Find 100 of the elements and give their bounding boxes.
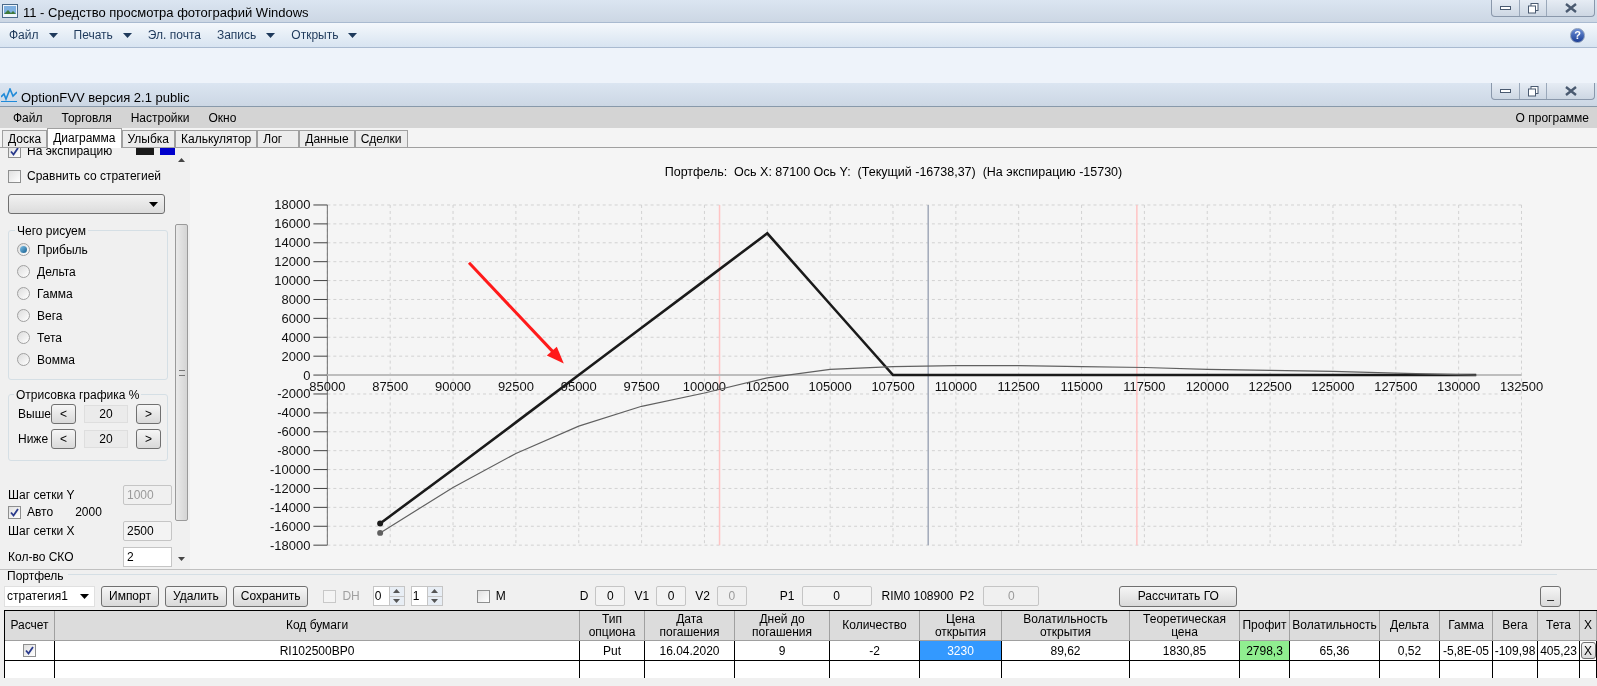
help-button[interactable]: ? [1570, 27, 1585, 43]
y-tick-label: -14000 [270, 499, 311, 515]
column-header[interactable]: Вега [1493, 611, 1538, 641]
increase-button[interactable]: > [136, 429, 161, 449]
increase-button[interactable]: > [136, 404, 161, 424]
menu-item[interactable]: Файл [9, 25, 58, 45]
input-field[interactable]: 2500 [123, 521, 172, 541]
tab[interactable]: Калькулятор [175, 130, 258, 147]
table-cell: 2798,3 [1240, 641, 1290, 661]
checkbox[interactable] [8, 505, 21, 519]
y-tick-label: -8000 [277, 443, 311, 459]
close-icon [1563, 3, 1578, 13]
menu-item[interactable]: Окно [201, 108, 244, 127]
radio-button[interactable] [17, 243, 30, 256]
dropdown[interactable] [8, 194, 165, 214]
toolbar-button[interactable]: Удалить [164, 585, 227, 607]
table-cell: 0,52 [1380, 641, 1440, 661]
decrease-button[interactable]: < [51, 404, 76, 424]
x-tick-label: 112500 [997, 378, 1040, 394]
menu-item[interactable]: Запись [216, 25, 276, 45]
toolbar-button[interactable]: Импорт [101, 585, 159, 607]
y-tick-label: 6000 [281, 310, 311, 326]
checkbox[interactable] [8, 169, 21, 183]
checkbox[interactable] [476, 589, 490, 603]
column-header[interactable]: Волатильность [1290, 611, 1380, 641]
decrease-button[interactable]: < [51, 429, 76, 449]
tab[interactable]: Лог [257, 130, 300, 147]
radio-button[interactable] [17, 265, 30, 278]
restore-icon [1527, 85, 1539, 97]
spin-down-button[interactable] [427, 596, 442, 605]
calculate-button[interactable]: Рассчитать ГО [1119, 585, 1238, 607]
x-tick-label: 117500 [1123, 378, 1166, 394]
tab[interactable]: Доска [2, 130, 48, 147]
field-label: V1 [634, 588, 650, 605]
column-header[interactable]: Код бумаги [55, 611, 580, 641]
menu-item[interactable]: Эл. почта [147, 25, 201, 45]
spin-up-button[interactable] [389, 587, 404, 597]
menu-item[interactable]: Печать [73, 25, 132, 45]
column-header[interactable]: Тета [1538, 611, 1580, 641]
toolbar-button[interactable]: Сохранить [232, 585, 309, 607]
y-tick-label: -6000 [277, 424, 311, 440]
collapse-button[interactable]: _ [1540, 585, 1561, 607]
column-header[interactable]: Гамма [1440, 611, 1493, 641]
radio-button[interactable] [17, 353, 30, 366]
x-tick-label: 132500 [1499, 378, 1544, 394]
tab[interactable]: Данные [299, 130, 355, 147]
column-header[interactable]: Количество [830, 611, 920, 641]
table-cell: 89,62 [1002, 641, 1130, 661]
caret-icon [48, 32, 58, 38]
checkbox[interactable] [8, 148, 21, 158]
radio-label: Прибыль [37, 241, 88, 259]
column-header[interactable]: Дельта [1380, 611, 1440, 641]
input-field[interactable]: 0 [801, 586, 872, 606]
scrollbar-thumb[interactable] [175, 224, 188, 521]
x-tick-label: 130000 [1437, 378, 1481, 394]
input-field[interactable]: 0 [595, 586, 626, 606]
column-header[interactable]: X [1580, 611, 1597, 641]
tab[interactable]: Улыбка [121, 130, 176, 147]
x-tick-label: 125000 [1311, 378, 1355, 394]
tab[interactable]: Сделки [354, 130, 408, 147]
column-header[interactable]: Расчет [5, 611, 55, 641]
up-arrow-icon [393, 589, 401, 594]
input-field[interactable]: 2 [123, 547, 172, 567]
menu-item[interactable]: Файл [6, 108, 50, 127]
y-tick-label: -4000 [277, 405, 311, 421]
spin-up-button[interactable] [427, 587, 442, 597]
spinner-field[interactable]: 0 [372, 586, 405, 606]
down-arrow-icon [393, 598, 401, 603]
scroll-up-icon[interactable] [178, 158, 185, 162]
tab[interactable]: Диаграмма [47, 128, 122, 148]
checkbox[interactable] [23, 644, 36, 657]
column-header[interactable]: Дней до погашения [735, 611, 830, 641]
row-label: Выше [18, 406, 51, 423]
radio-button[interactable] [17, 309, 30, 322]
strategy-dropdown[interactable]: стратегия1 [4, 585, 95, 607]
column-header[interactable]: Дата погашения [645, 611, 735, 641]
x-tick-label: 102500 [745, 378, 789, 394]
about-menu-item[interactable]: О программе [1515, 108, 1589, 127]
input-field[interactable]: 0 [656, 586, 687, 606]
menu-item[interactable]: Настройки [123, 108, 197, 127]
row-label: Ниже [18, 431, 50, 448]
menu-item[interactable]: Торговля [54, 108, 119, 127]
menu-item[interactable]: Открыть [291, 25, 358, 45]
radio-button[interactable] [17, 331, 30, 344]
radio-label: Вега [37, 307, 63, 325]
y-tick-label: -10000 [270, 461, 311, 477]
radio-button[interactable] [17, 287, 30, 300]
column-header[interactable]: Волатильность открытия [1002, 611, 1130, 641]
scroll-down-icon[interactable] [178, 557, 185, 561]
spin-down-button[interactable] [389, 596, 404, 605]
caret-icon [348, 32, 358, 38]
spinner-field[interactable]: 1 [410, 586, 443, 606]
color-swatch[interactable] [136, 148, 155, 155]
column-header[interactable]: Теоретическая цена [1130, 611, 1240, 641]
delete-button[interactable]: X [1580, 642, 1596, 659]
column-header[interactable]: Тип опциона [580, 611, 645, 641]
table-cell: -109,98 [1493, 641, 1538, 661]
color-swatch[interactable] [160, 148, 175, 155]
x-tick-label: 100000 [682, 378, 727, 394]
field-label: P1 [779, 588, 795, 605]
